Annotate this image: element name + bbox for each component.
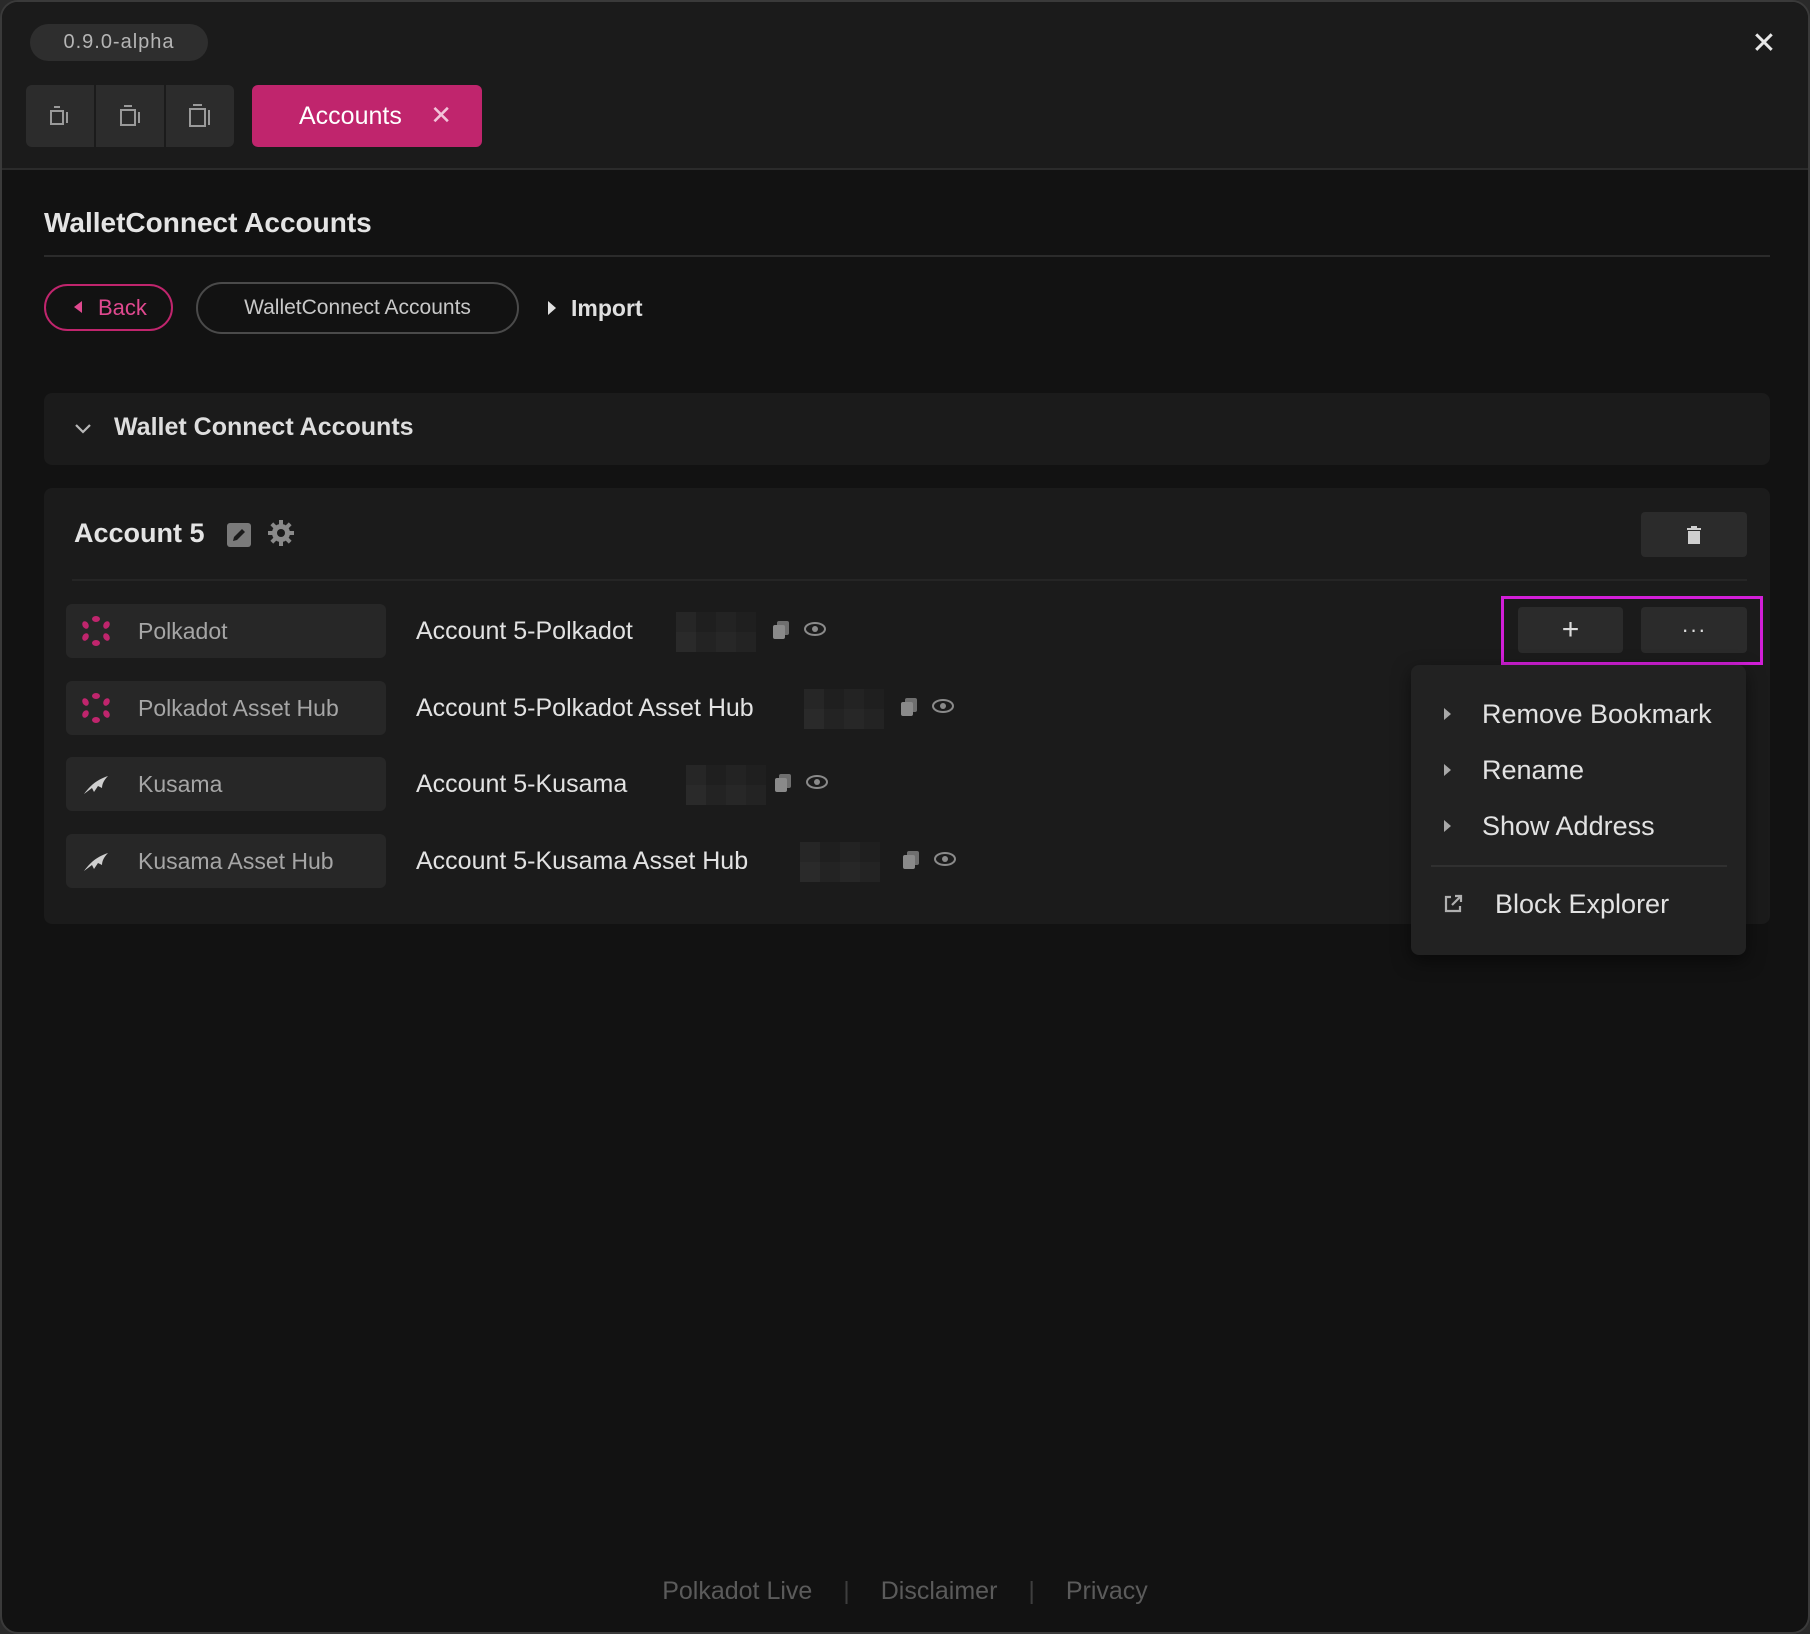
page-title: WalletConnect Accounts bbox=[44, 207, 372, 238]
caret-right-icon bbox=[1444, 820, 1451, 832]
account-label: Account 5-Kusama Asset Hub bbox=[416, 847, 749, 875]
polkadot-icon bbox=[82, 616, 110, 646]
kusama-icon bbox=[84, 853, 108, 871]
account-label: Account 5-Polkadot bbox=[416, 617, 633, 645]
footer-separator: | bbox=[843, 1577, 850, 1605]
menu-divider bbox=[1431, 865, 1727, 867]
chain-name: Kusama Asset Hub bbox=[138, 848, 334, 874]
caret-right-icon bbox=[1444, 708, 1451, 720]
eye-icon[interactable] bbox=[934, 850, 956, 868]
version-badge: 0.9.0-alpha bbox=[30, 24, 208, 61]
layout-right-icon bbox=[189, 104, 210, 127]
external-link-icon bbox=[1444, 894, 1463, 913]
import-label: Import bbox=[571, 294, 643, 321]
delete-account-button[interactable] bbox=[1641, 512, 1747, 557]
context-menu: Remove Bookmark Rename Show Address Bloc… bbox=[1411, 665, 1746, 955]
caret-right-icon bbox=[548, 301, 556, 315]
close-window-icon[interactable]: ✕ bbox=[1748, 28, 1780, 60]
kusama-icon bbox=[84, 776, 108, 794]
account-label: Account 5-Polkadot Asset Hub bbox=[416, 694, 754, 722]
edit-icon[interactable] bbox=[226, 522, 252, 548]
menu-item-show-address[interactable]: Show Address bbox=[1411, 802, 1746, 852]
layout-toolbar bbox=[26, 85, 234, 147]
caret-right-icon bbox=[1444, 764, 1451, 776]
chain-name: Polkadot bbox=[138, 618, 228, 644]
account-label: Account 5-Kusama bbox=[416, 770, 628, 798]
menu-item-remove-bookmark[interactable]: Remove Bookmark bbox=[1411, 690, 1746, 740]
back-button-label: Back bbox=[98, 294, 147, 320]
account-name: Account 5 bbox=[74, 518, 205, 548]
layout-right-button[interactable] bbox=[166, 85, 234, 147]
chain-chip: Kusama Asset Hub bbox=[66, 834, 386, 888]
chain-chip: Polkadot bbox=[66, 604, 386, 658]
caret-left-icon bbox=[74, 301, 82, 313]
footer-separator: | bbox=[1028, 1577, 1035, 1605]
redacted-address bbox=[686, 765, 766, 805]
import-button[interactable]: Import bbox=[547, 292, 643, 324]
chain-name: Kusama bbox=[138, 771, 223, 797]
menu-item-label: Block Explorer bbox=[1495, 889, 1670, 919]
layout-left-button[interactable] bbox=[26, 85, 94, 147]
breadcrumb-walletconnect-accounts[interactable]: WalletConnect Accounts bbox=[196, 282, 519, 334]
more-options-button[interactable]: ··· bbox=[1641, 607, 1747, 653]
polkadot-icon bbox=[82, 693, 110, 723]
title-divider bbox=[44, 255, 1770, 257]
eye-icon[interactable] bbox=[804, 620, 826, 638]
eye-icon[interactable] bbox=[932, 697, 954, 715]
footer-link-privacy[interactable]: Privacy bbox=[1066, 1577, 1148, 1605]
account-divider bbox=[72, 579, 1747, 581]
layout-center-icon bbox=[120, 105, 140, 126]
add-button[interactable]: + bbox=[1518, 607, 1623, 653]
back-button[interactable]: Back bbox=[44, 284, 173, 331]
copy-icon[interactable] bbox=[902, 850, 920, 870]
footer: Polkadot Live | Disclaimer | Privacy bbox=[2, 1577, 1808, 1606]
tab-accounts[interactable]: Accounts ✕ bbox=[252, 85, 482, 147]
copy-icon[interactable] bbox=[774, 773, 792, 793]
layout-left-icon bbox=[50, 106, 68, 125]
redacted-address bbox=[676, 612, 756, 652]
copy-icon[interactable] bbox=[900, 697, 918, 717]
tab-accounts-label: Accounts bbox=[299, 101, 402, 130]
app-window: 0.9.0-alpha ✕ Accounts ✕ WalletConnect A… bbox=[0, 0, 1810, 1634]
menu-item-label: Show Address bbox=[1482, 811, 1655, 841]
wallet-connect-accounts-section[interactable]: Wallet Connect Accounts bbox=[44, 393, 1770, 465]
gear-icon[interactable] bbox=[266, 518, 296, 548]
copy-icon[interactable] bbox=[772, 620, 790, 640]
chain-name: Polkadot Asset Hub bbox=[138, 695, 339, 721]
chain-chip: Kusama bbox=[66, 757, 386, 811]
tab-close-icon[interactable]: ✕ bbox=[430, 100, 452, 131]
menu-item-label: Remove Bookmark bbox=[1482, 699, 1712, 729]
menu-item-label: Rename bbox=[1482, 755, 1585, 785]
redacted-address bbox=[800, 842, 880, 882]
footer-link-disclaimer[interactable]: Disclaimer bbox=[881, 1577, 998, 1605]
footer-link-polkadot-live[interactable]: Polkadot Live bbox=[662, 1577, 812, 1605]
menu-item-block-explorer[interactable]: Block Explorer bbox=[1411, 880, 1746, 930]
top-bar: 0.9.0-alpha ✕ Accounts ✕ bbox=[2, 2, 1808, 170]
chevron-down-icon bbox=[75, 424, 91, 434]
menu-item-rename[interactable]: Rename bbox=[1411, 746, 1746, 796]
layout-center-button[interactable] bbox=[96, 85, 164, 147]
trash-icon bbox=[1687, 525, 1701, 544]
redacted-address bbox=[804, 689, 884, 729]
eye-icon[interactable] bbox=[806, 773, 828, 791]
chain-chip: Polkadot Asset Hub bbox=[66, 681, 386, 735]
section-title: Wallet Connect Accounts bbox=[114, 413, 414, 441]
